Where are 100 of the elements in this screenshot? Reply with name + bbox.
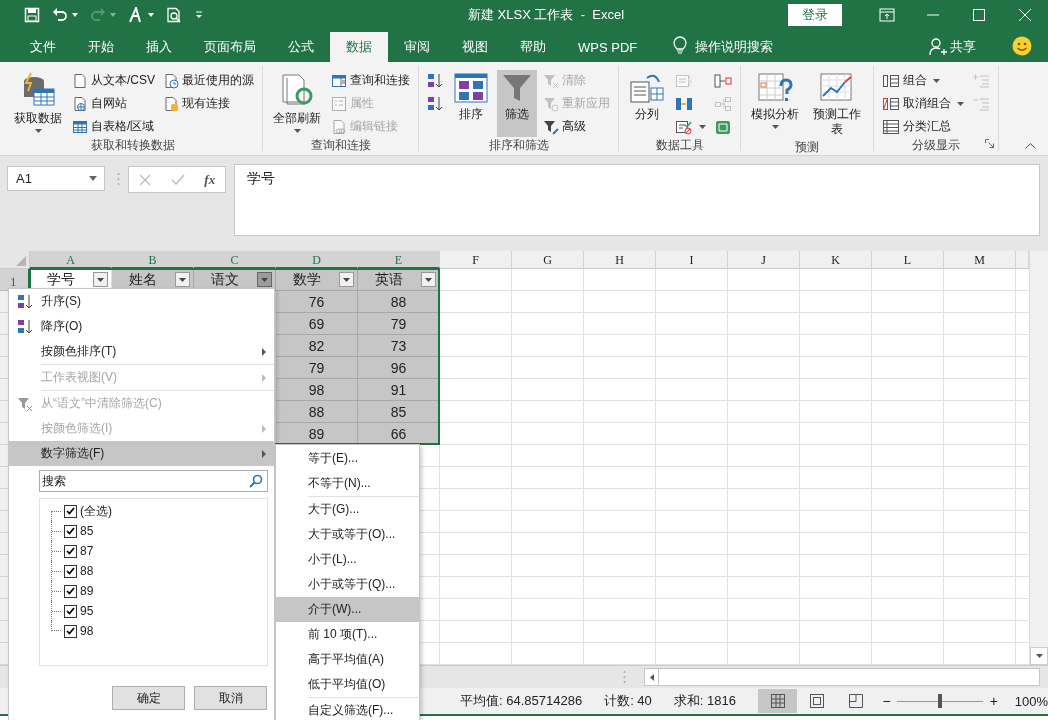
ribbon-button[interactable]: 排序 <box>449 70 493 137</box>
sign-in-button[interactable]: 登录 <box>788 4 842 26</box>
ribbon-button[interactable]: 获取数据 <box>10 70 66 137</box>
list-icon <box>331 95 347 112</box>
checkbox[interactable] <box>64 504 77 518</box>
table-cell: 76 <box>276 291 358 313</box>
ribbon-button[interactable]: 分类汇总 <box>880 116 966 137</box>
menu-item[interactable]: 大于或等于(O)... <box>276 522 419 547</box>
filter-dropdown-button[interactable] <box>339 272 354 287</box>
slider-thumb[interactable] <box>938 694 943 708</box>
menu-item[interactable]: 小于或等于(Q)... <box>276 572 419 597</box>
dialog-button[interactable]: 确定 <box>112 686 185 710</box>
column-header[interactable]: K <box>800 251 872 269</box>
column-header[interactable]: L <box>872 251 944 269</box>
row-header[interactable]: 1 <box>0 269 30 291</box>
ribbon-tab[interactable]: 帮助 <box>504 32 562 62</box>
horizontal-scrollbar[interactable] <box>644 668 1040 686</box>
filter-dropdown-button[interactable] <box>257 272 272 287</box>
checkbox[interactable] <box>64 584 77 598</box>
check-icon[interactable] <box>170 173 185 186</box>
column-header[interactable]: B <box>112 251 194 269</box>
ribbon-tab[interactable]: 数据 <box>330 32 388 62</box>
column-header[interactable]: G <box>512 251 584 269</box>
checkbox[interactable] <box>64 564 77 578</box>
share-button[interactable]: 共享 <box>929 32 976 62</box>
dialog-button[interactable]: 取消 <box>194 686 267 710</box>
smiley-icon[interactable] <box>1012 36 1032 56</box>
menu-item[interactable]: 数字筛选(F) <box>9 441 274 466</box>
menu-item[interactable]: 升序(S) <box>9 289 274 314</box>
column-header[interactable]: E <box>358 251 440 269</box>
filter-dropdown-button[interactable] <box>93 272 108 287</box>
ribbon-tab[interactable]: 插入 <box>130 32 188 62</box>
ribbon-button[interactable]: 从文本/CSV <box>70 70 157 91</box>
menu-item[interactable]: 前 10 项(T)... <box>276 622 419 647</box>
ribbon-button[interactable]: 自网站 <box>70 93 157 114</box>
splitter-handle-icon[interactable] <box>623 670 626 684</box>
column-header[interactable]: D <box>276 251 358 269</box>
name-box[interactable]: A1 <box>7 166 105 191</box>
column-header[interactable]: A <box>30 251 112 269</box>
filter-dropdown-button[interactable] <box>175 272 190 287</box>
view-button[interactable] <box>758 689 798 713</box>
ribbon-tab[interactable]: WPS PDF <box>562 32 654 62</box>
checkbox-label: 87 <box>80 544 94 558</box>
filter-dropdown-button[interactable] <box>421 272 436 287</box>
menu-item[interactable]: 低于平均值(O) <box>276 672 419 697</box>
ribbon-button[interactable]: 全部刷新 <box>269 70 325 137</box>
ribbon-tab[interactable]: 文件 <box>14 32 72 62</box>
column-header[interactable]: I <box>656 251 728 269</box>
ribbon-button[interactable]: 模拟分析 <box>747 70 803 139</box>
checkbox[interactable] <box>64 544 77 558</box>
ribbon-button[interactable]: 现有连接 <box>161 93 256 114</box>
zoom-out-button[interactable]: − <box>879 693 894 709</box>
ribbon-button[interactable]: 筛选 <box>497 70 537 137</box>
menu-item[interactable]: 介于(W)... <box>276 597 419 622</box>
ribbon-tab[interactable]: 开始 <box>72 32 130 62</box>
splitter-handle-icon[interactable] <box>117 172 120 186</box>
search-field[interactable]: 搜索 <box>39 470 268 492</box>
ribbon-button[interactable]: 最近使用的源 <box>161 70 256 91</box>
formula-field[interactable]: 学号 <box>234 164 1040 236</box>
tell-me-search[interactable]: 操作说明搜索 <box>695 32 774 62</box>
zoom-level[interactable]: 100% <box>1014 693 1048 709</box>
corner-triangle-icon <box>16 256 26 266</box>
caret-icon <box>649 673 654 681</box>
column-header[interactable]: F <box>440 251 512 269</box>
menu-item[interactable]: 降序(O) <box>9 314 274 339</box>
ribbon-tab[interactable]: 公式 <box>272 32 330 62</box>
insert-function-button[interactable]: fx <box>204 171 216 188</box>
column-header[interactable]: J <box>728 251 800 269</box>
menu-item[interactable]: 按颜色排序(T) <box>9 339 274 364</box>
menu-item[interactable]: 等于(E)... <box>276 446 419 471</box>
ribbon-button[interactable]: 组合 <box>880 70 966 91</box>
menu-item[interactable]: 自定义筛选(F)... <box>276 698 419 720</box>
column-header[interactable]: H <box>584 251 656 269</box>
menu-item[interactable]: 小于(L)... <box>276 547 419 572</box>
window-title: 新建 XLSX 工作表 - Excel <box>467 6 626 24</box>
checkbox[interactable] <box>64 524 77 538</box>
menu-item[interactable]: 高于平均值(A) <box>276 647 419 672</box>
ribbon-tab[interactable]: 审阅 <box>388 32 446 62</box>
ribbon-button[interactable]: 查询和连接 <box>329 70 412 91</box>
ribbon-button[interactable]: 分列 <box>625 70 669 137</box>
ribbon-tab[interactable]: 页面布局 <box>188 32 272 62</box>
column-header[interactable]: C <box>194 251 276 269</box>
menu-item[interactable]: 大于(G)... <box>276 497 419 522</box>
group-label: 查询和连接 <box>310 137 371 154</box>
collapse-ribbon-icon[interactable] <box>1025 142 1036 149</box>
ribbon-button[interactable]: 自表格/区域 <box>70 116 157 137</box>
ribbon-button[interactable]: 高级 <box>541 116 612 137</box>
ribbon-tab[interactable]: 视图 <box>446 32 504 62</box>
ribbon-button[interactable]: 预测工作表 <box>807 70 867 139</box>
menu-item[interactable]: 不等于(N)... <box>276 471 419 496</box>
ribbon-button[interactable]: 取消组合 <box>880 93 966 114</box>
checkbox[interactable] <box>64 624 77 638</box>
checkbox-label: 95 <box>80 604 94 618</box>
column-header[interactable]: M <box>944 251 1016 269</box>
zoom-in-button[interactable]: + <box>986 693 1001 709</box>
dialog-launcher-icon[interactable] <box>985 139 994 148</box>
checkbox[interactable] <box>64 604 77 618</box>
scroll-down-button[interactable] <box>1030 647 1048 665</box>
table-cell: 69 <box>276 313 358 335</box>
checkbox-label: 85 <box>80 524 94 538</box>
